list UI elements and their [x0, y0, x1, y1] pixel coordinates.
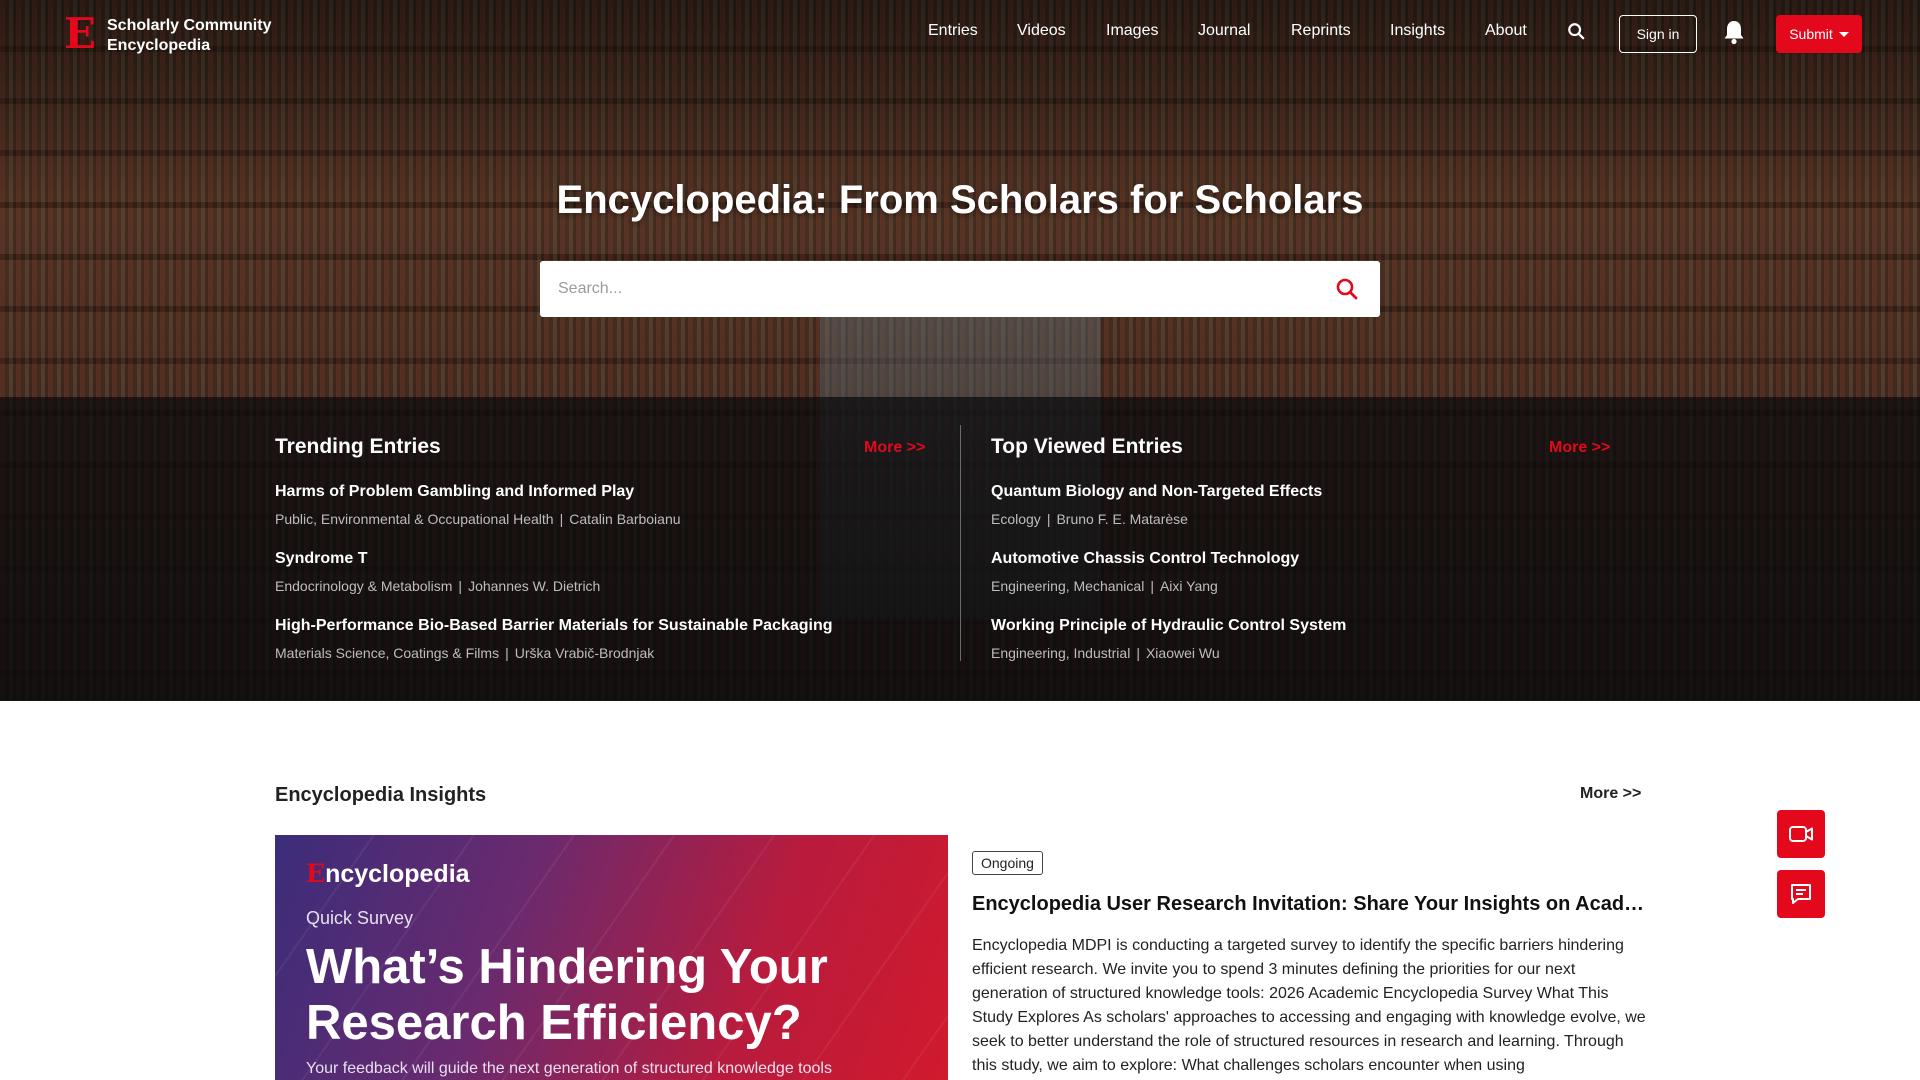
entry-category[interactable]: Public, Environmental & Occupational Hea…: [275, 511, 554, 527]
entry-category[interactable]: Ecology: [991, 511, 1041, 527]
entry-category[interactable]: Engineering, Industrial: [991, 645, 1130, 661]
status-badge: Ongoing: [972, 851, 1043, 875]
logo-icon[interactable]: E: [64, 13, 100, 55]
chat-icon: [1791, 884, 1811, 904]
banner-logo: Encyclopedia: [306, 859, 470, 889]
banner-logo-text: ncyclopedia: [325, 860, 470, 888]
brand-name-line1: Scholarly Community: [107, 17, 272, 34]
top-viewed-entry-meta: Ecology | Bruno F. E. Matarèse: [991, 511, 1188, 527]
trending-entry-meta: Public, Environmental & Occupational Hea…: [275, 511, 681, 527]
insights-heading: Encyclopedia Insights: [275, 784, 487, 806]
nav-reprints[interactable]: Reprints: [1291, 22, 1351, 40]
entry-author[interactable]: Bruno F. E. Matarèse: [1056, 511, 1188, 527]
submit-label: Submit: [1789, 26, 1833, 42]
entry-author[interactable]: Johannes W. Dietrich: [468, 578, 600, 594]
entry-author[interactable]: Xiaowei Wu: [1146, 645, 1220, 661]
search-box: [540, 261, 1380, 317]
nav-insights[interactable]: Insights: [1390, 22, 1445, 40]
entry-author[interactable]: Urška Vrabič-Brodnjak: [515, 645, 655, 661]
site-header: E Scholarly Community Encyclopedia Entri…: [0, 0, 1920, 66]
search-input[interactable]: [558, 261, 1298, 317]
entry-category[interactable]: Engineering, Mechanical: [991, 578, 1144, 594]
top-viewed-entry-title[interactable]: Quantum Biology and Non-Targeted Effects: [991, 483, 1322, 501]
trending-entries-title: Trending Entries: [275, 435, 441, 458]
trending-entry-title[interactable]: Syndrome T: [275, 550, 367, 568]
entry-category[interactable]: Materials Science, Coatings & Films: [275, 645, 499, 661]
insight-banner-image[interactable]: Encyclopedia Quick Survey What’s Hinderi…: [275, 835, 948, 1080]
brand-name-line2: Encyclopedia: [107, 37, 211, 54]
top-viewed-more-link[interactable]: More >>: [1549, 439, 1610, 457]
entry-author[interactable]: Catalin Barboianu: [569, 511, 680, 527]
top-viewed-entry-meta: Engineering, Mechanical | Aixi Yang: [991, 578, 1218, 594]
trending-entry-meta: Materials Science, Coatings & Films | Uršk…: [275, 645, 655, 661]
top-viewed-entry-title[interactable]: Working Principle of Hydraulic Control S…: [991, 617, 1346, 635]
submit-button[interactable]: Submit: [1776, 15, 1862, 53]
sign-in-button[interactable]: Sign in: [1619, 15, 1697, 53]
search-icon[interactable]: [1567, 22, 1585, 40]
nav-videos[interactable]: Videos: [1017, 22, 1066, 40]
trending-entry-meta: Endocrinology & Metabolism | Johannes W. D…: [275, 578, 601, 594]
nav-journal[interactable]: Journal: [1198, 22, 1250, 40]
top-viewed-entry-meta: Engineering, Industrial | Xiaowei Wu: [991, 645, 1220, 661]
trending-entry-title[interactable]: Harms of Problem Gambling and Informed P…: [275, 483, 634, 501]
insight-article-title[interactable]: Encyclopedia User Research Invitation: S…: [972, 893, 1648, 916]
banner-logo-letter: E: [306, 859, 326, 888]
trending-more-link[interactable]: More >>: [864, 439, 925, 457]
banner-footer: Your feedback will guide the next genera…: [306, 1060, 832, 1077]
panel-divider: [960, 425, 961, 661]
nav-images[interactable]: Images: [1106, 22, 1158, 40]
banner-subtitle: Quick Survey: [306, 908, 414, 928]
top-viewed-entry-title[interactable]: Automotive Chassis Control Technology: [991, 550, 1299, 568]
search-submit-icon[interactable]: [1335, 277, 1359, 301]
brand-name[interactable]: Scholarly Community Encyclopedia: [107, 16, 297, 56]
bell-icon[interactable]: [1722, 19, 1746, 45]
entry-category[interactable]: Endocrinology & Metabolism: [275, 578, 452, 594]
nav-entries[interactable]: Entries: [928, 22, 978, 40]
video-button[interactable]: [1777, 810, 1825, 858]
top-viewed-entries-title: Top Viewed Entries: [991, 435, 1183, 458]
video-icon: [1789, 826, 1813, 842]
entry-author[interactable]: Aixi Yang: [1160, 578, 1218, 594]
banner-title: What’s Hindering Your Research Efficienc…: [306, 940, 828, 1050]
chevron-down-icon: [1838, 31, 1849, 37]
insight-article-body: Encyclopedia MDPI is conducting a target…: [972, 937, 1646, 1074]
nav-about[interactable]: About: [1485, 22, 1527, 40]
trending-entry-title[interactable]: High-Performance Bio-Based Barrier Mater…: [275, 617, 833, 635]
hero-title: Encyclopedia: From Scholars for Scholars: [556, 178, 1364, 222]
chat-button[interactable]: [1777, 870, 1825, 918]
insights-more-link[interactable]: More >>: [1580, 785, 1641, 803]
